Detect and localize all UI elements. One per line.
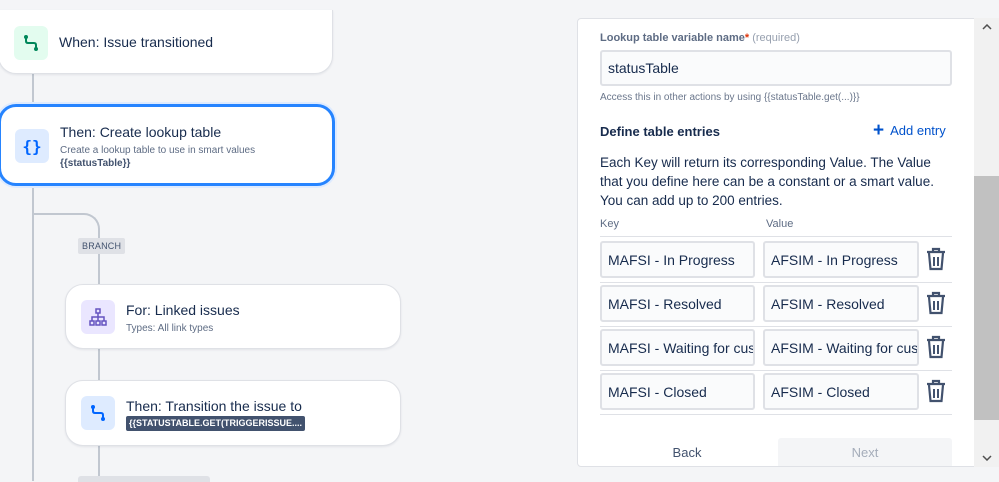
divider [600,370,952,371]
divider [600,282,952,283]
entry-key-input[interactable]: MAFSI - Resolved [600,285,755,322]
trash-icon[interactable] [925,335,947,359]
lookup-table-card[interactable]: {} Then: Create lookup table Create a lo… [0,104,335,186]
transition-card[interactable]: Then: Transition the issue to {{STATUSTA… [65,380,401,446]
transition-title: Then: Transition the issue to [126,398,302,414]
next-component-stub [78,476,210,482]
trash-icon[interactable] [925,379,947,403]
lookup-table-config-panel: Lookup table variable name* (required) s… [577,18,999,467]
key-column-header: Key [600,218,619,230]
variable-name-input[interactable]: statusTable [600,50,952,86]
connector-line [32,74,34,108]
next-button[interactable]: Next [778,438,952,466]
lookup-subtitle: Create a lookup table to use in smart va… [60,145,256,156]
lookup-variable: {{statusTable}} [60,158,131,169]
entry-value-input[interactable]: AFSIM - In Progress [763,241,919,278]
transition-icon [81,396,115,430]
entry-value-input[interactable]: AFSIM - Resolved [763,285,919,322]
rule-canvas: When: Issue transitioned {} Then: Create… [0,0,577,482]
connector-line [98,349,100,381]
lookup-title: Then: Create lookup table [60,124,222,140]
scroll-down-icon[interactable] [974,449,999,467]
panel-scrollbar[interactable] [974,18,999,467]
trash-icon[interactable] [925,247,947,271]
divider [600,414,952,415]
define-entries-title: Define table entries [600,124,720,139]
scroll-thumb[interactable] [974,176,999,420]
curly-braces-icon: {} [15,129,49,163]
connector-line [98,254,100,284]
hierarchy-icon [81,300,115,334]
entry-key-input[interactable]: MAFSI - Waiting for customer [600,329,755,366]
add-entry-button[interactable]: + Add entry [873,119,946,141]
trigger-title: When: Issue transitioned [59,34,214,50]
linked-title: For: Linked issues [126,302,240,318]
entry-value-input[interactable]: AFSIM - Closed [763,373,919,410]
transition-icon [14,26,48,60]
branch-tag: BRANCH [78,238,126,254]
trash-icon[interactable] [925,291,947,315]
divider [600,326,952,327]
trigger-card[interactable]: When: Issue transitioned [0,10,333,74]
linked-subtitle: Types: All link types [126,323,214,334]
back-button[interactable]: Back [647,438,727,466]
variable-name-label: Lookup table variable name* (required) [600,32,800,44]
variable-helper-text: Access this in other actions by using {{… [600,92,860,103]
entry-key-input[interactable]: MAFSI - Closed [600,373,755,410]
value-column-header: Value [766,218,794,230]
entry-value-input[interactable]: AFSIM - Waiting for customer [763,329,919,366]
entries-description: Each Key will return its corresponding V… [600,155,934,208]
entry-key-input[interactable]: MAFSI - In Progress [600,241,755,278]
plus-icon: + [873,119,885,141]
smart-value-chip: {{STATUSTABLE.GET(TRIGGERISSUE.... [126,416,306,431]
divider [600,236,952,237]
linked-issues-card[interactable]: For: Linked issues Types: All link types [65,284,401,349]
scroll-up-icon[interactable] [974,18,999,36]
add-entry-label: Add entry [890,123,946,138]
